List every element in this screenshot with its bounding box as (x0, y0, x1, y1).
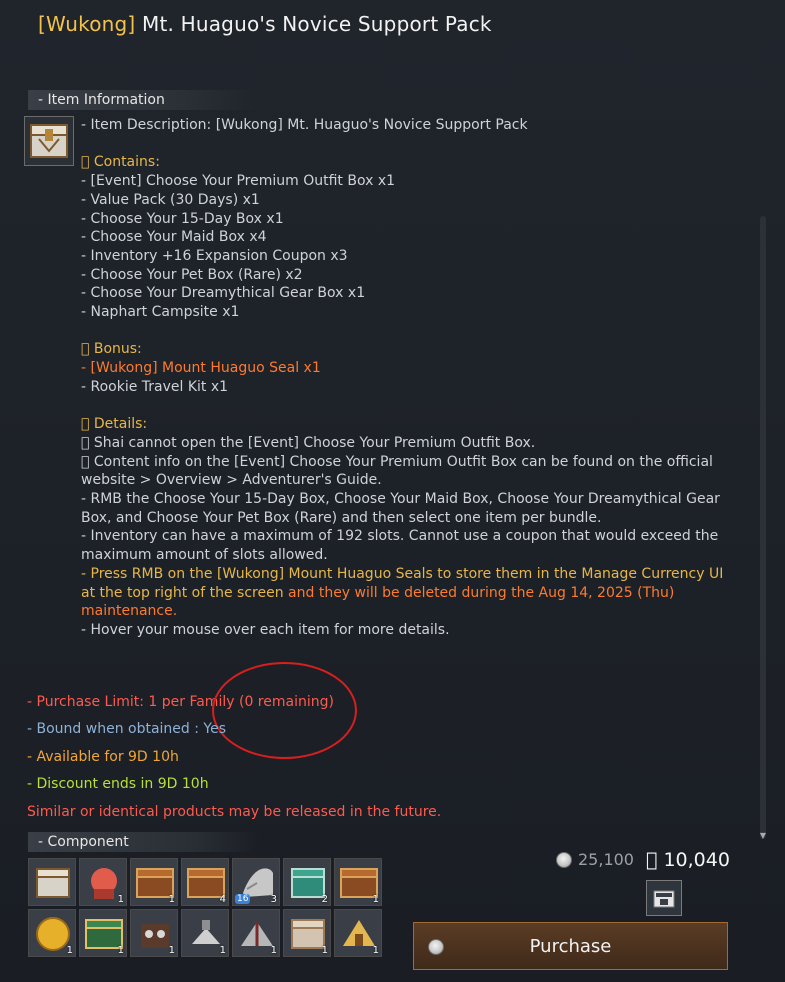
cart-icon (653, 890, 675, 908)
item-description: - Item Description: [Wukong] Mt. Huaguo'… (81, 116, 741, 640)
price-new-value: 10,040 (663, 849, 730, 871)
component-pet-box[interactable]: 2 (283, 858, 331, 906)
component-tools[interactable]: 1 (181, 909, 229, 957)
component-gear-set[interactable]: 1 (130, 909, 178, 957)
component-count: 2 (321, 894, 328, 905)
component-maid-box[interactable]: 4 (181, 858, 229, 906)
component-badge: 16 (235, 894, 251, 904)
contains-item: - Value Pack (30 Days) x1 (81, 191, 260, 208)
component-naphart-campsite[interactable]: 1 (334, 909, 382, 957)
discount-ends: - Discount ends in 9D 10h (27, 776, 209, 792)
component-count: 1 (372, 894, 379, 905)
scrollbar[interactable] (760, 216, 766, 839)
details-header:   Details: (81, 416, 148, 433)
component-count: 1 (168, 945, 175, 956)
similar-products-note: Similar or identical products may be rel… (27, 804, 442, 820)
shop-item-panel: [Wukong] Mt. Huaguo's Novice Support Pac… (0, 0, 785, 982)
component-inventory-coupon[interactable]: 16 3 (232, 858, 280, 906)
item-title-tag: [Wukong] (38, 12, 136, 36)
details-item:   Content info on the [Event] Choose You… (81, 453, 713, 489)
contains-item: - Choose Your Pet Box (Rare) x2 (81, 266, 303, 283)
component-dreamythical-box[interactable]: 1 (334, 858, 382, 906)
component-chest[interactable]: 1 (283, 909, 331, 957)
cart-button[interactable] (646, 880, 682, 916)
hover-note: - Hover your mouse over each item for mo… (81, 621, 450, 638)
bound-when-obtained: - Bound when obtained : Yes (27, 721, 227, 737)
component-huaguo-seal[interactable]: 1 (28, 909, 76, 957)
component-count: 1 (117, 945, 124, 956)
details-item: - RMB the Choose Your 15-Day Box, Choose… (81, 491, 720, 526)
price-old: 25,100 (556, 850, 634, 869)
contains-item: - Choose Your 15-Day Box x1 (81, 210, 284, 227)
component-count: 1 (168, 894, 175, 905)
component-count: 1 (270, 945, 277, 956)
component-count: 1 (219, 945, 226, 956)
contains-item: - Choose Your Maid Box x4 (81, 229, 267, 246)
item-title: [Wukong] Mt. Huaguo's Novice Support Pac… (38, 12, 492, 36)
component-count: 1 (117, 894, 124, 905)
contains-item: - Naphart Campsite x1 (81, 304, 240, 321)
details-item: - Inventory can have a maximum of 192 sl… (81, 528, 719, 564)
silver-coin-icon (556, 851, 572, 868)
component-count: 1 (321, 945, 328, 956)
contains-item: - [Event] Choose Your Premium Outfit Box… (81, 173, 396, 190)
bonus-highlight: - [Wukong] Mount Huaguo Seal x1 (81, 360, 321, 377)
section-item-information: - Item Information (28, 90, 258, 110)
red-circle-annotation (212, 662, 357, 759)
component-count: 4 (219, 894, 226, 905)
component-count: 3 (270, 894, 277, 905)
contains-item: - Inventory +16 Expansion Coupon x3 (81, 247, 348, 264)
item-title-text: Mt. Huaguo's Novice Support Pack (141, 12, 492, 36)
silver-coin-icon (428, 939, 444, 955)
details-item:   Shai cannot open the [Event] Choose Yo… (81, 434, 536, 451)
component-outfit-box[interactable] (28, 858, 76, 906)
item-box-icon (24, 116, 74, 166)
scroll-down-icon[interactable]: ▼ (759, 832, 767, 840)
component-15-day-box[interactable]: 1 (130, 858, 178, 906)
price-new-prefix:   (646, 849, 658, 871)
price-new:   10,040 (646, 849, 730, 871)
seal-note: - Press RMB on the [Wukong] Mount Huaguo… (81, 565, 741, 621)
price-old-value: 25,100 (578, 850, 634, 869)
component-rookie-kit[interactable]: 1 (79, 909, 127, 957)
purchase-button[interactable]: Purchase (413, 922, 728, 970)
contains-header:   Contains: (81, 154, 160, 171)
component-camp-gear[interactable]: 1 (232, 909, 280, 957)
contains-item: - Choose Your Dreamythical Gear Box x1 (81, 285, 366, 302)
section-component: - Component (28, 832, 258, 852)
bonus-header:   Bonus: (81, 341, 142, 358)
item-description-line: - Item Description: [Wukong] Mt. Huaguo'… (81, 117, 528, 133)
component-count: 1 (372, 945, 379, 956)
purchase-button-label: Purchase (529, 935, 612, 957)
component-value-pack[interactable]: 1 (79, 858, 127, 906)
available-for: - Available for 9D 10h (27, 749, 179, 765)
component-count: 1 (66, 945, 73, 956)
bonus-item: - Rookie Travel Kit x1 (81, 378, 229, 395)
